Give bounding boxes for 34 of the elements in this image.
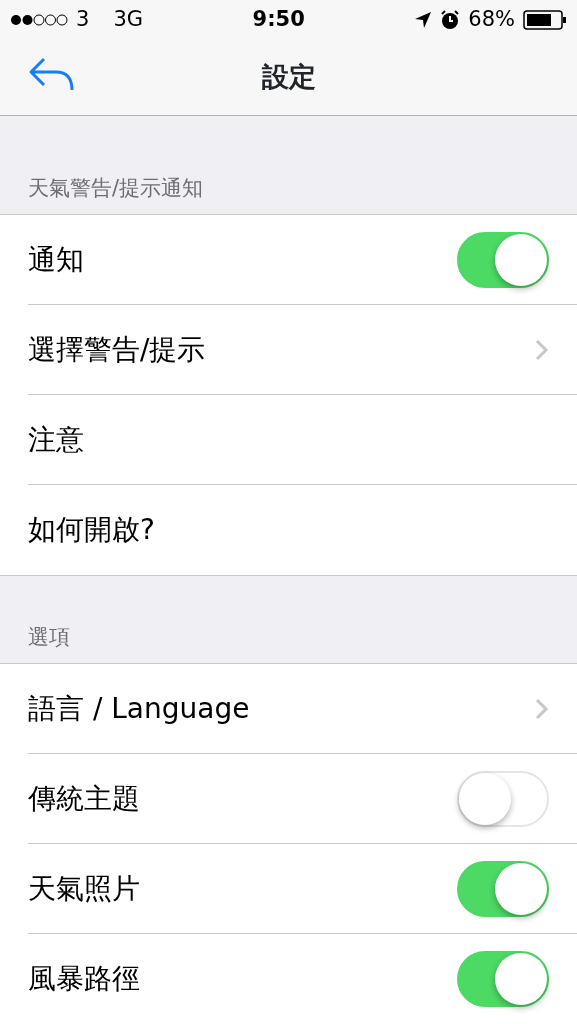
chevron-icon <box>535 697 549 720</box>
section-header: 選項 <box>27 623 70 651</box>
row-label: 注意 <box>28 421 84 458</box>
network-type: 3G <box>113 6 143 34</box>
back-arrow-icon <box>28 56 74 92</box>
row-label: 天氣照片 <box>28 870 140 907</box>
toggle-switch[interactable] <box>457 231 549 288</box>
navigation-title: 設定 <box>261 60 316 95</box>
back-button[interactable] <box>28 56 74 92</box>
settings-row[interactable]: 注意 <box>28 395 577 485</box>
location-arrow-icon <box>414 11 433 29</box>
settings-row[interactable]: 如何開啟? <box>28 485 577 575</box>
toggle-switch[interactable] <box>457 860 549 917</box>
alarm-clock-icon <box>440 10 461 30</box>
settings-row[interactable]: 通知 <box>28 215 577 305</box>
settings-row[interactable]: 選擇警告/提示 <box>28 305 577 395</box>
row-label: 風暴路徑 <box>28 961 140 997</box>
row-label: 語言 / Language <box>28 690 250 727</box>
chevron-icon <box>535 338 549 361</box>
toggle-switch[interactable] <box>457 951 549 1007</box>
battery-icon <box>523 10 567 30</box>
row-label: 傳統主題 <box>28 780 140 817</box>
settings-row[interactable]: 風暴路徑 <box>28 934 577 1024</box>
battery-percentage: 68% <box>468 6 515 34</box>
status-time: 9:50 <box>251 6 306 34</box>
settings-row[interactable]: 天氣照片 <box>28 844 577 934</box>
carrier-name: 3 <box>76 6 90 34</box>
row-label: 通知 <box>28 241 84 278</box>
signal-icon <box>10 14 68 26</box>
row-label: 如何開啟? <box>28 512 155 548</box>
row-label: 選擇警告/提示 <box>28 331 206 368</box>
settings-row[interactable]: 傳統主題 <box>28 754 577 844</box>
settings-row[interactable]: 語言 / Language <box>28 664 577 754</box>
section-header: 天氣警告/提示通知 <box>27 174 204 202</box>
